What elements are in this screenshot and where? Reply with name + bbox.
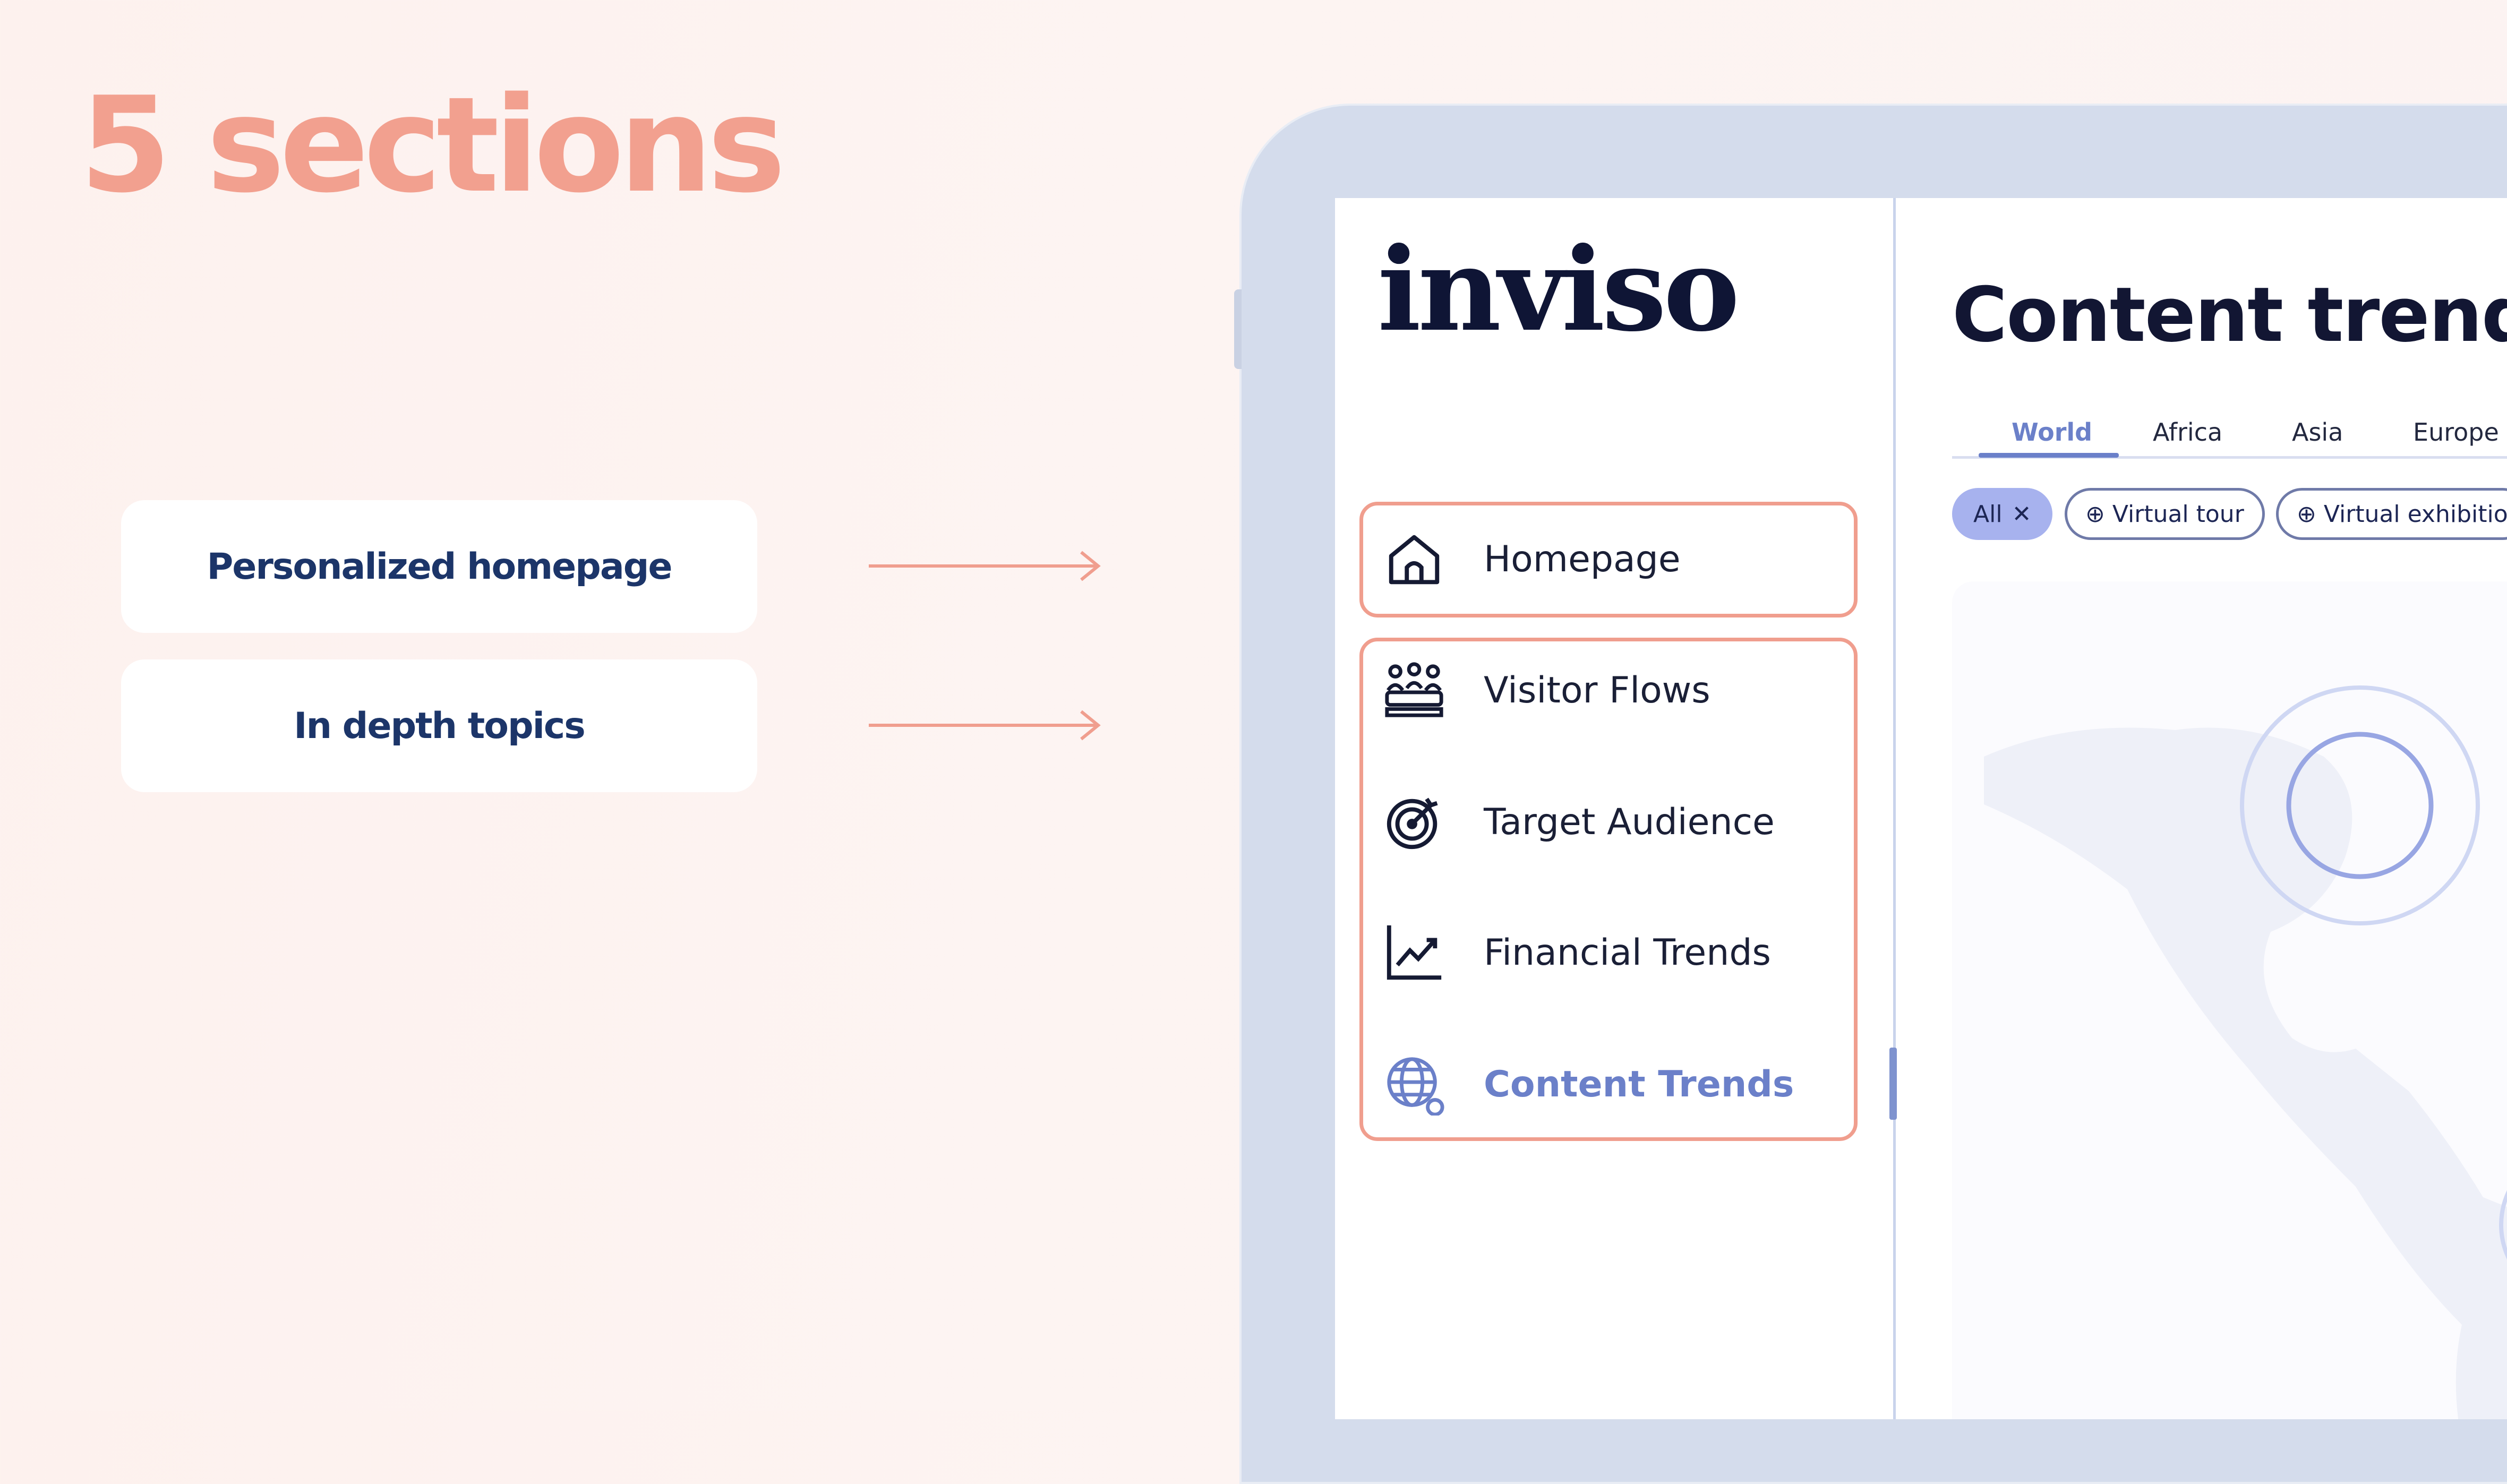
page-title: Content trends — [1952, 271, 2507, 359]
chart-trend-icon — [1387, 925, 1442, 980]
visitor-group-icon — [1385, 662, 1443, 717]
close-icon[interactable]: ✕ — [2012, 501, 2032, 528]
chip-virtual-tour[interactable]: ⊕ Virtual tour — [2065, 488, 2265, 540]
sidebar-item-label: Visitor Flows — [1484, 669, 1710, 711]
sidebar-item-label: Target Audience — [1484, 801, 1775, 843]
sidebar-item-content-trends[interactable]: Content Trends — [1383, 1050, 1850, 1119]
chip-all[interactable]: All ✕ — [1952, 488, 2053, 540]
world-map — [1984, 685, 2507, 1419]
arrow-right-icon — [869, 551, 1101, 581]
home-icon — [1389, 535, 1440, 585]
slide-title: 5 sections — [80, 69, 786, 222]
chip-label: Virtual tour — [2112, 500, 2244, 528]
plus-circle-icon: ⊕ — [2297, 500, 2316, 528]
globe-icon — [1387, 1057, 1444, 1116]
world-map-card[interactable] — [1952, 581, 2507, 1419]
active-tab-indicator — [1979, 453, 2119, 458]
chip-label: Virtual exhibitio — [2323, 500, 2507, 528]
sidebar-item-target-audience[interactable]: Target Audience — [1383, 787, 1850, 856]
chip-virtual-exhibition[interactable]: ⊕ Virtual exhibitio — [2276, 488, 2507, 540]
tab-asia[interactable]: Asia — [2292, 418, 2343, 447]
target-icon — [1387, 797, 1438, 850]
app-screen: inviso Homepage Visitor Flows Target Aud… — [1335, 198, 2507, 1419]
sidebar-item-financial-trends[interactable]: Financial Trends — [1383, 918, 1850, 987]
sidebar-item-label: Content Trends — [1484, 1063, 1794, 1105]
tab-world[interactable]: World — [2012, 418, 2092, 447]
chip-label: All — [1973, 500, 2003, 528]
device-side-button — [1234, 289, 1242, 369]
sidebar-item-homepage[interactable]: Homepage — [1383, 525, 1850, 594]
plus-circle-icon: ⊕ — [2085, 500, 2105, 528]
sidebar: inviso Homepage Visitor Flows Target Aud… — [1335, 198, 1896, 1419]
main-content: Content trends World Africa Asia Europe … — [1896, 198, 2507, 1419]
tab-europe[interactable]: Europe — [2413, 418, 2499, 447]
sidebar-item-label: Homepage — [1484, 538, 1681, 580]
label-personalized-homepage: Personalized homepage — [121, 500, 757, 633]
sidebar-item-label: Financial Trends — [1484, 931, 1771, 974]
tab-africa[interactable]: Africa — [2153, 418, 2222, 447]
app-logo: inviso — [1377, 222, 1740, 357]
sidebar-item-visitor-flows[interactable]: Visitor Flows — [1383, 656, 1850, 725]
label-in-depth-topics: In depth topics — [121, 659, 757, 792]
arrow-right-icon — [869, 710, 1101, 741]
